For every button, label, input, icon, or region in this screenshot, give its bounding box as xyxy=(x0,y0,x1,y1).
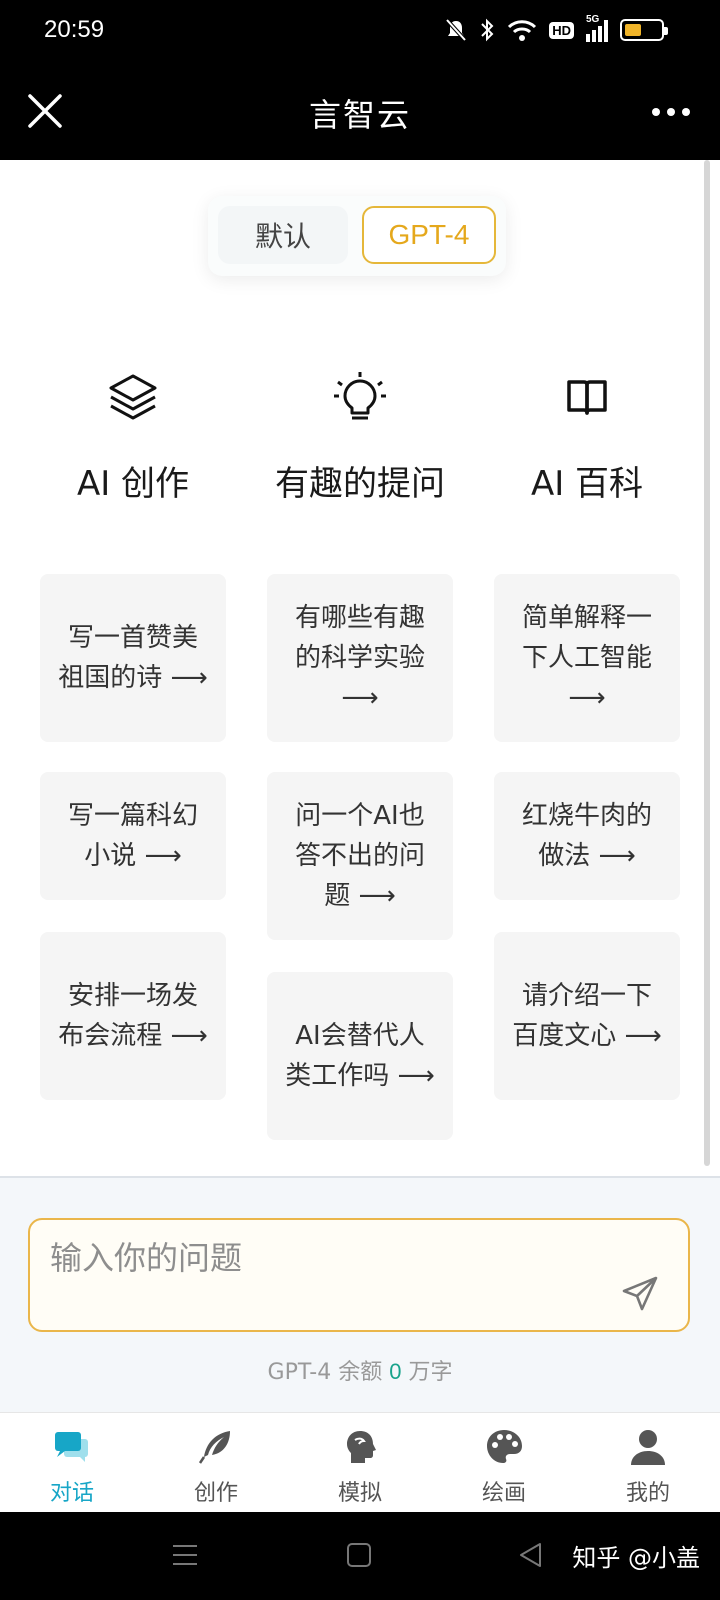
status-time: 20:59 xyxy=(44,16,105,43)
network-type: 5G xyxy=(586,14,600,25)
system-nav-bar: 知乎 @小盖 xyxy=(0,1512,720,1600)
mute-bell-icon xyxy=(445,18,467,42)
question-input[interactable] xyxy=(48,1238,568,1278)
chat-icon xyxy=(55,1432,88,1462)
mode-option-default[interactable]: 默认 xyxy=(218,206,348,264)
user-icon xyxy=(631,1430,665,1465)
palette-icon xyxy=(487,1430,522,1463)
prompt-card[interactable]: 请介绍一下百度文心 ⟶ xyxy=(494,932,680,1100)
tab-simulate[interactable]: 模拟 xyxy=(288,1427,432,1507)
category-ai-creation[interactable]: AI 创作 xyxy=(20,370,246,505)
quota-text: GPT-4 余额 0 万字 xyxy=(0,1354,720,1386)
category-label: 有趣的提问 xyxy=(275,464,445,504)
category-ai-encyclopedia[interactable]: AI 百科 xyxy=(474,370,700,505)
category-label: AI 百科 xyxy=(530,464,644,504)
lightbulb-icon xyxy=(334,372,386,420)
quota-prefix: GPT-4 余额 xyxy=(267,1360,383,1385)
tab-label: 绘画 xyxy=(481,1481,526,1506)
prompt-card[interactable]: 有哪些有趣的科学实验 ⟶ xyxy=(267,574,453,742)
page-title: 言智云 xyxy=(308,96,411,134)
prompt-card[interactable]: 问一个AI也答不出的问题 ⟶ xyxy=(267,772,453,940)
wifi-icon xyxy=(508,20,537,41)
prompt-card[interactable]: 红烧牛肉的做法 ⟶ xyxy=(494,772,680,900)
mode-toggle: 默认 GPT-4 xyxy=(208,196,506,276)
quota-value: 0 xyxy=(389,1359,402,1384)
app-header: 言智云 xyxy=(0,64,720,160)
category-fun-questions[interactable]: 有趣的提问 xyxy=(247,370,473,505)
watermark: 知乎 @小盖 xyxy=(572,1544,700,1572)
signal-icon: 5G xyxy=(586,14,608,42)
bluetooth-icon xyxy=(481,18,494,42)
tab-label: 创作 xyxy=(193,1481,238,1506)
category-label: AI 创作 xyxy=(76,464,190,504)
status-bar: 20:59 HD 5G xyxy=(0,0,720,64)
prompt-card[interactable]: 写一篇科幻小说 ⟶ xyxy=(40,772,226,900)
tab-mine[interactable]: 我的 xyxy=(576,1427,720,1507)
prompt-card[interactable]: 安排一场发布会流程 ⟶ xyxy=(40,932,226,1100)
tab-paint[interactable]: 绘画 xyxy=(432,1427,576,1507)
feather-icon xyxy=(198,1431,230,1464)
more-options-icon[interactable] xyxy=(648,94,694,130)
layers-icon xyxy=(109,374,157,420)
mode-option-gpt4[interactable]: GPT-4 xyxy=(362,206,496,264)
prompt-card[interactable]: 写一首赞美祖国的诗 ⟶ xyxy=(40,574,226,742)
tab-label: 模拟 xyxy=(337,1481,382,1506)
battery-icon xyxy=(620,19,668,41)
book-icon xyxy=(567,380,607,415)
prompt-card[interactable]: 简单解释一下人工智能 ⟶ xyxy=(494,574,680,742)
tab-chat[interactable]: 对话 xyxy=(0,1427,144,1507)
quota-suffix: 万字 xyxy=(408,1360,453,1385)
send-icon[interactable] xyxy=(620,1274,660,1314)
tab-label: 对话 xyxy=(49,1481,94,1506)
home-icon[interactable] xyxy=(344,1540,374,1570)
bottom-tabbar: 对话 创作 模拟 绘画 我的 xyxy=(0,1412,720,1512)
tab-label: 我的 xyxy=(625,1481,670,1506)
hd-badge: HD xyxy=(549,21,574,39)
menu-icon[interactable] xyxy=(170,1540,200,1570)
question-input-box[interactable] xyxy=(28,1218,690,1332)
prompt-card[interactable]: AI会替代人类工作吗 ⟶ xyxy=(267,972,453,1140)
back-icon[interactable] xyxy=(516,1540,546,1570)
scrollbar[interactable] xyxy=(704,160,710,1166)
tab-create[interactable]: 创作 xyxy=(144,1427,288,1507)
status-icons: HD 5G xyxy=(445,14,668,42)
head-profile-icon xyxy=(347,1431,376,1463)
